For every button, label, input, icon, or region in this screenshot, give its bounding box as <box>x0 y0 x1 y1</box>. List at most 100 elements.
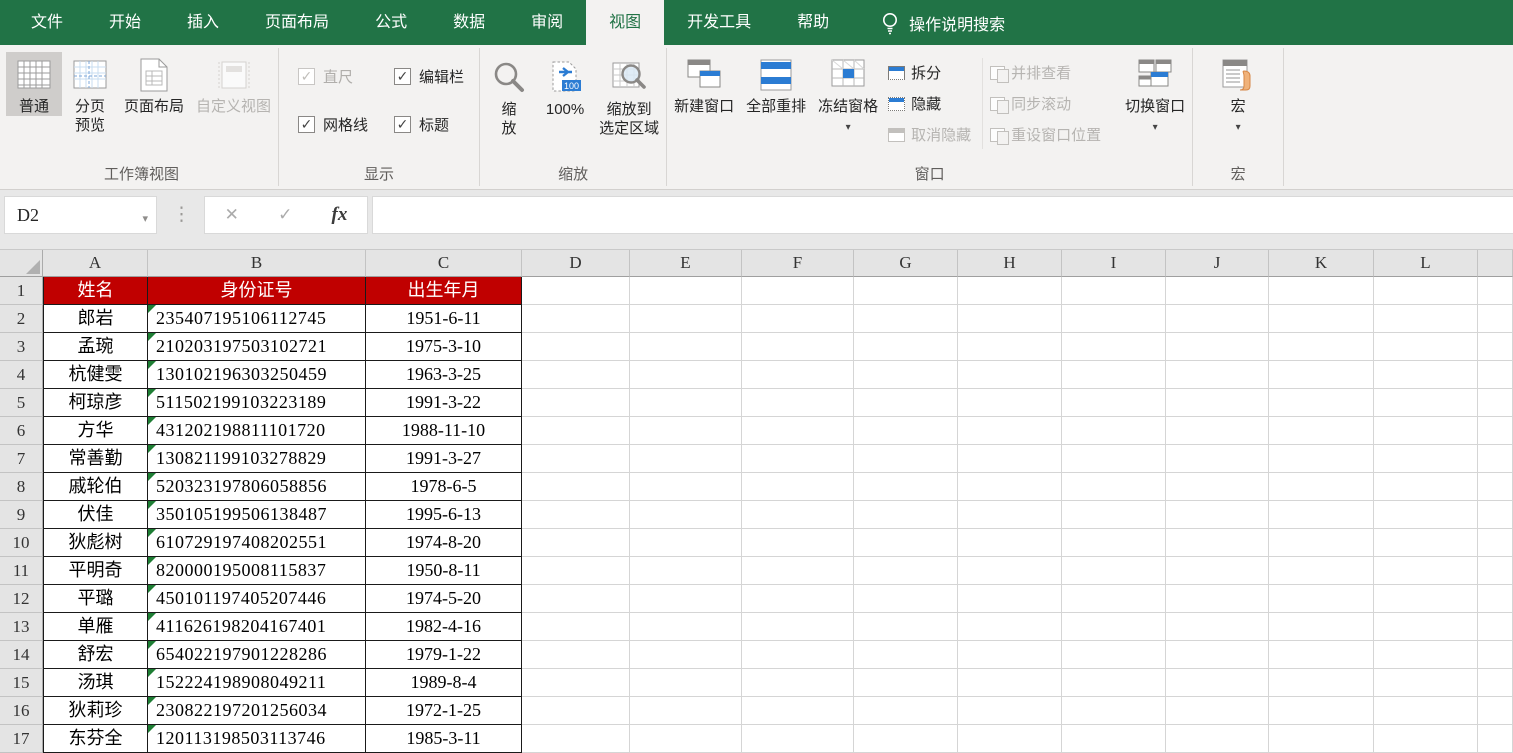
cell-D6[interactable] <box>522 417 630 445</box>
cell-B7[interactable]: 130821199103278829 <box>148 445 366 473</box>
cell-F4[interactable] <box>742 361 854 389</box>
cell-partial-2[interactable] <box>1478 305 1513 333</box>
row-header-10[interactable]: 10 <box>0 529 43 557</box>
cell-F17[interactable] <box>742 725 854 753</box>
cell-B12[interactable]: 450101197405207446 <box>148 585 366 613</box>
cell-I6[interactable] <box>1062 417 1166 445</box>
cell-D7[interactable] <box>522 445 630 473</box>
column-header-partial[interactable] <box>1478 250 1513 277</box>
column-header-G[interactable]: G <box>854 250 958 277</box>
zoom-100-button[interactable]: 100 100% <box>537 52 593 119</box>
row-header-16[interactable]: 16 <box>0 697 43 725</box>
cell-J14[interactable] <box>1166 641 1269 669</box>
cell-A4[interactable]: 杭健雯 <box>43 361 148 389</box>
cell-K11[interactable] <box>1269 557 1374 585</box>
cell-E14[interactable] <box>630 641 742 669</box>
cell-A1[interactable]: 姓名 <box>43 277 148 305</box>
cell-I13[interactable] <box>1062 613 1166 641</box>
cell-C6[interactable]: 1988-11-10 <box>366 417 522 445</box>
tab-开始[interactable]: 开始 <box>86 0 164 45</box>
row-header-15[interactable]: 15 <box>0 669 43 697</box>
row-header-1[interactable]: 1 <box>0 277 43 305</box>
cell-partial-6[interactable] <box>1478 417 1513 445</box>
cell-I9[interactable] <box>1062 501 1166 529</box>
cell-J2[interactable] <box>1166 305 1269 333</box>
cell-F9[interactable] <box>742 501 854 529</box>
cell-H12[interactable] <box>958 585 1062 613</box>
cell-partial-13[interactable] <box>1478 613 1513 641</box>
cell-F6[interactable] <box>742 417 854 445</box>
cell-C3[interactable]: 1975-3-10 <box>366 333 522 361</box>
cell-L3[interactable] <box>1374 333 1478 361</box>
cell-A9[interactable]: 伏佳 <box>43 501 148 529</box>
cell-E5[interactable] <box>630 389 742 417</box>
cell-I11[interactable] <box>1062 557 1166 585</box>
cell-C4[interactable]: 1963-3-25 <box>366 361 522 389</box>
cell-H10[interactable] <box>958 529 1062 557</box>
cell-H8[interactable] <box>958 473 1062 501</box>
cell-H7[interactable] <box>958 445 1062 473</box>
cell-A11[interactable]: 平明奇 <box>43 557 148 585</box>
cell-J9[interactable] <box>1166 501 1269 529</box>
row-header-6[interactable]: 6 <box>0 417 43 445</box>
cell-B4[interactable]: 130102196303250459 <box>148 361 366 389</box>
cell-D11[interactable] <box>522 557 630 585</box>
tab-开发工具[interactable]: 开发工具 <box>664 0 774 45</box>
cell-B16[interactable]: 230822197201256034 <box>148 697 366 725</box>
cell-G10[interactable] <box>854 529 958 557</box>
cell-C13[interactable]: 1982-4-16 <box>366 613 522 641</box>
cell-G1[interactable] <box>854 277 958 305</box>
cell-A17[interactable]: 东芬全 <box>43 725 148 753</box>
column-header-L[interactable]: L <box>1374 250 1478 277</box>
cell-H13[interactable] <box>958 613 1062 641</box>
tab-插入[interactable]: 插入 <box>164 0 242 45</box>
cell-D10[interactable] <box>522 529 630 557</box>
cell-D2[interactable] <box>522 305 630 333</box>
cell-K16[interactable] <box>1269 697 1374 725</box>
tab-帮助[interactable]: 帮助 <box>774 0 852 45</box>
cell-J17[interactable] <box>1166 725 1269 753</box>
cell-L14[interactable] <box>1374 641 1478 669</box>
headings-checkbox[interactable]: ✓ 标题 <box>394 114 464 135</box>
cell-I3[interactable] <box>1062 333 1166 361</box>
cell-B1[interactable]: 身份证号 <box>148 277 366 305</box>
cell-K1[interactable] <box>1269 277 1374 305</box>
cell-F3[interactable] <box>742 333 854 361</box>
name-box-dropdown-icon[interactable]: ▾ <box>142 200 148 238</box>
cell-D5[interactable] <box>522 389 630 417</box>
cell-E8[interactable] <box>630 473 742 501</box>
cell-L7[interactable] <box>1374 445 1478 473</box>
cell-H15[interactable] <box>958 669 1062 697</box>
cell-B11[interactable]: 820000195008115837 <box>148 557 366 585</box>
column-header-I[interactable]: I <box>1062 250 1166 277</box>
cell-partial-11[interactable] <box>1478 557 1513 585</box>
column-header-A[interactable]: A <box>43 250 148 277</box>
cell-L6[interactable] <box>1374 417 1478 445</box>
tab-公式[interactable]: 公式 <box>352 0 430 45</box>
cell-F12[interactable] <box>742 585 854 613</box>
cell-G6[interactable] <box>854 417 958 445</box>
cell-C17[interactable]: 1985-3-11 <box>366 725 522 753</box>
cell-L10[interactable] <box>1374 529 1478 557</box>
cell-G3[interactable] <box>854 333 958 361</box>
cell-C14[interactable]: 1979-1-22 <box>366 641 522 669</box>
cell-D9[interactable] <box>522 501 630 529</box>
select-all-button[interactable] <box>0 250 43 277</box>
cell-G7[interactable] <box>854 445 958 473</box>
row-header-9[interactable]: 9 <box>0 501 43 529</box>
cell-E4[interactable] <box>630 361 742 389</box>
cell-E16[interactable] <box>630 697 742 725</box>
zoom-to-selection-button[interactable]: 缩放到 选定区域 <box>593 52 665 138</box>
cell-L15[interactable] <box>1374 669 1478 697</box>
cell-E13[interactable] <box>630 613 742 641</box>
cell-partial-10[interactable] <box>1478 529 1513 557</box>
switch-windows-button[interactable]: 切换窗口 ▾ <box>1119 52 1191 137</box>
column-header-K[interactable]: K <box>1269 250 1374 277</box>
cell-partial-12[interactable] <box>1478 585 1513 613</box>
cell-B8[interactable]: 520323197806058856 <box>148 473 366 501</box>
cell-G5[interactable] <box>854 389 958 417</box>
cell-G15[interactable] <box>854 669 958 697</box>
cell-G17[interactable] <box>854 725 958 753</box>
tab-文件[interactable]: 文件 <box>8 0 86 45</box>
cell-K8[interactable] <box>1269 473 1374 501</box>
